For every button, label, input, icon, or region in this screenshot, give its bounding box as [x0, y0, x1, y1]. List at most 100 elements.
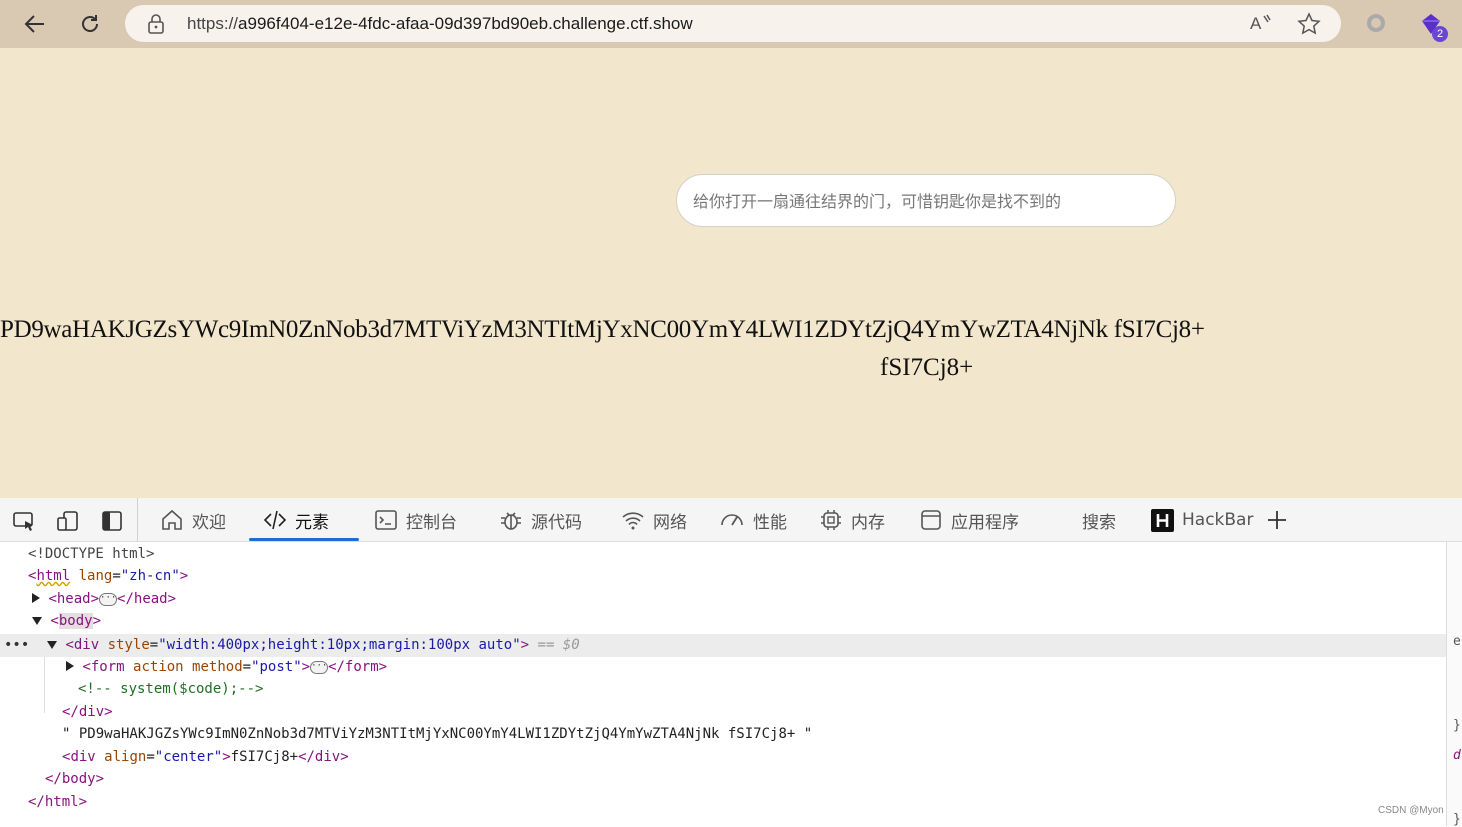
back-arrow-icon [24, 15, 44, 33]
dom-line-form[interactable]: <form action method="post">···</form> [66, 656, 387, 678]
console-icon [375, 510, 397, 530]
attr-name: style [107, 637, 150, 653]
expand-triangle-icon[interactable] [66, 661, 74, 671]
attr-value: "post" [251, 659, 302, 675]
tab-welcome[interactable]: 欢迎 [160, 498, 226, 542]
elements-dom-tree: <!DOCTYPE html> <html lang="zh-cn"> <hea… [0, 542, 1446, 826]
dom-line-textnode[interactable]: " PD9waHAKJGZsYWc9ImN0ZnNob3d7MTViYzM3NT… [62, 723, 812, 745]
extension-circle-icon[interactable] [1365, 10, 1387, 36]
extension-badge: 2 [1432, 26, 1448, 42]
pane-char: } [1453, 718, 1461, 733]
tag-name: div [73, 637, 100, 653]
dom-line-body-close[interactable]: </body> [45, 768, 104, 790]
text-node: " PD9waHAKJGZsYWc9ImN0ZnNob3d7MTViYzM3NT… [62, 726, 813, 742]
attr-eq: = [146, 749, 155, 765]
code-icon [263, 510, 287, 530]
indent-guide [44, 657, 45, 713]
close-tag: </body> [45, 771, 105, 787]
read-aloud-icon[interactable]: A [1249, 12, 1273, 34]
tab-label: 源代码 [531, 512, 582, 533]
close-tag: </form> [328, 659, 388, 675]
svg-text:A: A [1250, 14, 1262, 33]
pane-char: d [1453, 748, 1461, 763]
tab-performance[interactable]: 性能 [719, 498, 787, 542]
collapsed-ellipsis-icon[interactable]: ··· [310, 660, 329, 674]
window-icon [921, 510, 941, 530]
tab-label: 性能 [753, 512, 787, 533]
html-comment: <!-- system($code);--> [78, 681, 264, 697]
browser-toolbar: https://a996f404-e12e-4fdc-afaa-09d397bd… [0, 0, 1462, 48]
tab-application[interactable]: 应用程序 [919, 498, 1019, 542]
tag-name: form [90, 659, 125, 675]
sidebar-panel-icon [102, 511, 122, 531]
watermark: CSDN @Myon⁠ [1378, 805, 1444, 816]
dom-line-body[interactable]: <body> [32, 610, 101, 632]
collapse-triangle-icon[interactable] [32, 617, 42, 625]
dom-line-div-close[interactable]: </div> [62, 701, 113, 723]
expand-triangle-icon[interactable] [32, 593, 40, 603]
tab-label: 内存 [851, 512, 885, 533]
attr-eq: = [242, 659, 252, 675]
devtools-tabbar: 欢迎 元素 控制台 源代码 网络 性能 内存 应用程序 搜索 HackBar [0, 498, 1462, 542]
tab-label: 应用程序 [951, 512, 1019, 533]
url-host: a996f404-e12e-4fdc-afaa-09d397bd90eb.cha… [238, 14, 693, 33]
tab-label: 欢迎 [192, 512, 226, 533]
tag-bracket: > [92, 613, 102, 629]
tag-bracket: < [65, 637, 74, 653]
address-bar[interactable]: https://a996f404-e12e-4fdc-afaa-09d397bd… [125, 5, 1341, 42]
centered-div-text: fSI7Cj8+ [880, 354, 974, 381]
dom-line-div2[interactable]: <div align="center">fSI7Cj8+</div> [62, 746, 349, 768]
tag-bracket: < [82, 659, 91, 675]
styles-pane-edge[interactable]: e } d } [1446, 542, 1462, 827]
device-emulation-button[interactable] [55, 508, 81, 534]
collapsed-ellipsis-icon[interactable]: ··· [99, 592, 118, 606]
tag-bracket: < [50, 613, 59, 629]
tab-label: HackBar [1182, 510, 1254, 530]
tab-memory[interactable]: 内存 [819, 498, 885, 542]
close-tag: </div> [62, 704, 113, 720]
tab-network[interactable]: 网络 [621, 498, 687, 542]
dom-line-div[interactable]: <div style="width:400px;height:10px;marg… [47, 634, 580, 656]
pane-char: e [1453, 634, 1461, 649]
tab-elements[interactable]: 元素 [249, 498, 359, 542]
tab-sources[interactable]: 源代码 [499, 498, 582, 542]
tab-label: 元素 [295, 512, 329, 533]
reload-icon [82, 15, 98, 32]
attr-value: "center" [154, 749, 223, 765]
selected-node-marker: == $0 [537, 637, 580, 653]
url-text[interactable]: https://a996f404-e12e-4fdc-afaa-09d397bd… [187, 14, 693, 34]
device-icon [57, 511, 78, 531]
active-tab-underline [249, 538, 359, 541]
dock-toggle-button[interactable] [99, 508, 125, 534]
tab-hackbar[interactable]: HackBar [1151, 498, 1253, 542]
dom-line-html-close[interactable]: </html> [28, 791, 87, 813]
dom-line-head[interactable]: <head>···</head> [32, 588, 176, 610]
back-button[interactable] [19, 8, 51, 40]
tab-console[interactable]: 控制台 [374, 498, 457, 542]
dom-line-comment[interactable]: <!-- system($code);--> [78, 678, 263, 700]
code-input[interactable] [693, 189, 1153, 213]
favorite-star-icon[interactable] [1297, 12, 1321, 36]
attr-value: "zh-cn" [120, 568, 180, 584]
tab-label: 网络 [653, 512, 687, 533]
chip-icon [821, 510, 841, 530]
dom-line-doctype[interactable]: <!DOCTYPE html> [28, 543, 154, 565]
inspect-element-button[interactable] [11, 508, 37, 534]
attr-name: align [104, 749, 147, 765]
gauge-icon [721, 514, 743, 526]
home-icon [162, 509, 182, 530]
reload-button[interactable] [74, 8, 106, 40]
pane-char: } [1453, 812, 1461, 827]
close-tag: </div> [298, 749, 349, 765]
row-actions-ellipsis[interactable]: ••• [4, 634, 29, 656]
collapse-triangle-icon[interactable] [47, 641, 57, 649]
add-tab-button[interactable] [1266, 498, 1288, 542]
tag-name: html [36, 568, 71, 584]
tag-name: body [58, 613, 93, 629]
dom-line-html[interactable]: <html lang="zh-cn"> [28, 565, 188, 587]
tag-bracket: < [48, 591, 57, 607]
tab-search[interactable]: 搜索 [1082, 498, 1116, 542]
plus-icon [1268, 511, 1286, 529]
tag-bracket: > [520, 637, 530, 653]
encoded-text: PD9waHAKJGZsYWc9ImN0ZnNob3d7MTViYzM3NTIt… [0, 316, 1205, 343]
